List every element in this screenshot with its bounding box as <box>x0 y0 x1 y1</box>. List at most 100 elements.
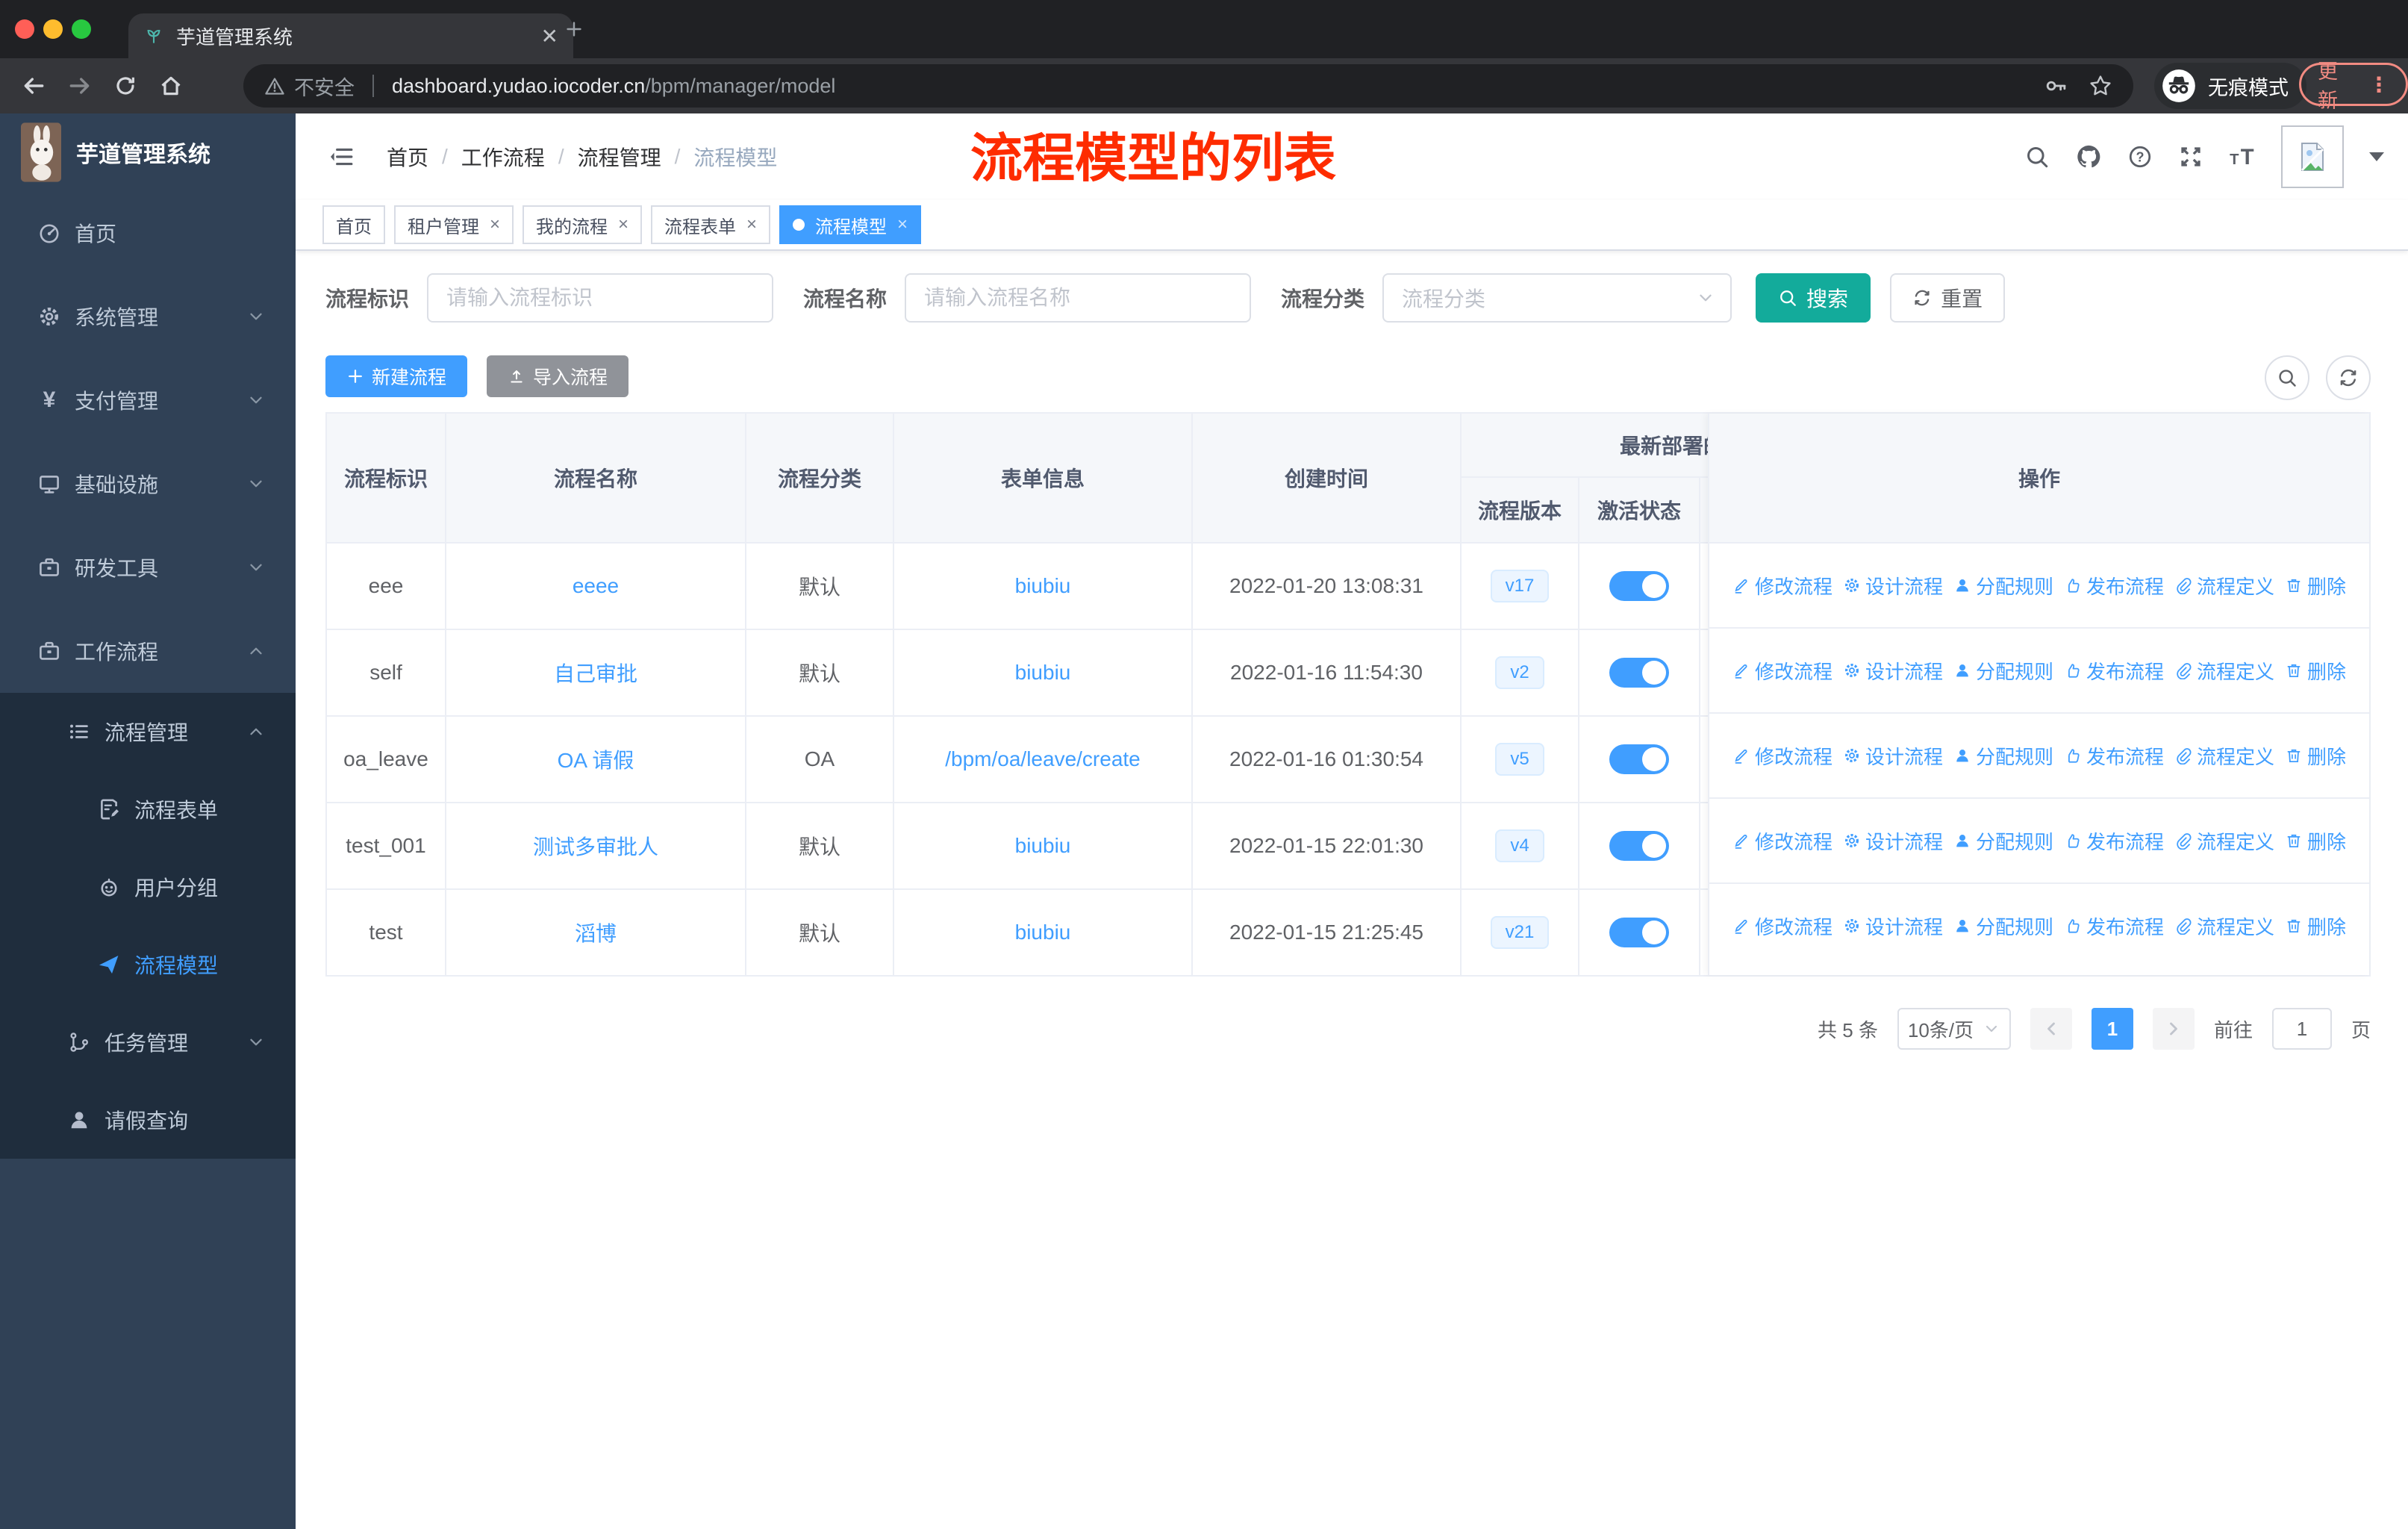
search-icon[interactable] <box>2024 144 2050 169</box>
close-icon[interactable]: × <box>490 214 500 235</box>
action-流程定义[interactable]: 流程定义 <box>2174 572 2274 600</box>
search-button[interactable]: 搜索 <box>1756 273 1871 323</box>
reload-button[interactable] <box>113 74 137 98</box>
sidebar-item-流程表单[interactable]: 流程表单 <box>0 770 296 848</box>
active-toggle[interactable] <box>1609 918 1669 947</box>
sidebar-item-基础设施[interactable]: 基础设施 <box>0 442 296 526</box>
window-close-button[interactable] <box>15 19 34 39</box>
home-button[interactable] <box>158 73 184 99</box>
password-key-icon[interactable] <box>2045 75 2068 97</box>
sidebar-item-首页[interactable]: 首页 <box>0 191 296 275</box>
action-分配规则[interactable]: 分配规则 <box>1953 827 2053 855</box>
browser-menu-icon[interactable]: ⋮ <box>2368 72 2389 97</box>
sidebar-item-工作流程[interactable]: 工作流程 <box>0 609 296 693</box>
reset-button[interactable]: 重置 <box>1890 273 2006 323</box>
action-发布流程[interactable]: 发布流程 <box>2064 657 2164 685</box>
process-name-input[interactable] <box>905 273 1252 323</box>
tab-我的流程[interactable]: 我的流程 × <box>523 205 643 244</box>
form-info-link[interactable]: biubiu <box>1015 921 1071 944</box>
action-删除[interactable]: 删除 <box>2285 827 2346 855</box>
sidebar-item-用户分组[interactable]: 用户分组 <box>0 848 296 926</box>
breadcrumb-workflow[interactable]: 工作流程 <box>461 142 545 172</box>
window-zoom-button[interactable] <box>72 19 91 39</box>
action-流程定义[interactable]: 流程定义 <box>2174 912 2274 940</box>
process-name-link[interactable]: OA 请假 <box>558 744 634 774</box>
import-process-button[interactable]: 导入流程 <box>487 355 629 397</box>
sidebar-item-任务管理[interactable]: 任务管理 <box>0 1003 296 1081</box>
refresh-table-button[interactable] <box>2326 355 2371 400</box>
app-logo[interactable]: 芋道管理系统 <box>0 113 296 191</box>
close-icon[interactable]: × <box>746 214 757 235</box>
not-secure-label[interactable]: 不安全 <box>294 72 355 101</box>
sidebar-item-请假查询[interactable]: 请假查询 <box>0 1081 296 1159</box>
breadcrumb-home[interactable]: 首页 <box>387 142 428 172</box>
create-process-button[interactable]: 新建流程 <box>325 355 468 397</box>
form-info-link[interactable]: biubiu <box>1015 574 1071 598</box>
action-修改流程[interactable]: 修改流程 <box>1732 572 1832 600</box>
prev-page-button[interactable] <box>2030 1008 2072 1050</box>
process-name-link[interactable]: 滔博 <box>575 918 617 947</box>
hide-search-button[interactable] <box>2265 355 2309 400</box>
process-name-link[interactable]: 测试多审批人 <box>533 831 658 861</box>
action-删除[interactable]: 删除 <box>2285 572 2346 600</box>
tab-租户管理[interactable]: 租户管理 × <box>394 205 514 244</box>
goto-page-input[interactable] <box>2271 1008 2332 1050</box>
action-修改流程[interactable]: 修改流程 <box>1732 742 1832 770</box>
action-分配规则[interactable]: 分配规则 <box>1953 742 2053 770</box>
action-修改流程[interactable]: 修改流程 <box>1732 657 1832 685</box>
action-删除[interactable]: 删除 <box>2285 657 2346 685</box>
tab-首页[interactable]: 首页 <box>322 205 385 244</box>
action-流程定义[interactable]: 流程定义 <box>2174 657 2274 685</box>
close-icon[interactable]: × <box>618 214 628 235</box>
page-size-select[interactable]: 10条/页 <box>1897 1008 2011 1050</box>
new-tab-button[interactable] <box>564 19 584 39</box>
sidebar-item-流程管理[interactable]: 流程管理 <box>0 693 296 770</box>
action-修改流程[interactable]: 修改流程 <box>1732 827 1832 855</box>
action-设计流程[interactable]: 设计流程 <box>1843 827 1943 855</box>
action-流程定义[interactable]: 流程定义 <box>2174 742 2274 770</box>
tab-流程表单[interactable]: 流程表单 × <box>651 205 771 244</box>
tab-close-icon[interactable]: ✕ <box>541 24 558 49</box>
active-toggle[interactable] <box>1609 658 1669 688</box>
action-设计流程[interactable]: 设计流程 <box>1843 572 1943 600</box>
action-删除[interactable]: 删除 <box>2285 742 2346 770</box>
sidebar-item-支付管理[interactable]: ¥ 支付管理 <box>0 358 296 442</box>
avatar-caret-icon[interactable] <box>2369 152 2384 161</box>
form-info-link[interactable]: biubiu <box>1015 834 1071 858</box>
action-发布流程[interactable]: 发布流程 <box>2064 912 2164 940</box>
browser-tab[interactable]: 芋道管理系统 ✕ <box>128 13 573 58</box>
close-icon[interactable]: × <box>897 214 908 235</box>
form-info-link[interactable]: /bpm/oa/leave/create <box>945 747 1141 771</box>
tab-流程模型[interactable]: 流程模型 × <box>779 205 922 244</box>
active-toggle[interactable] <box>1609 744 1669 774</box>
process-name-link[interactable]: eeee <box>573 574 619 598</box>
user-avatar[interactable] <box>2281 125 2344 188</box>
process-id-input[interactable] <box>427 273 774 323</box>
bookmark-star-icon[interactable] <box>2089 74 2112 98</box>
sidebar-item-流程模型[interactable]: 流程模型 <box>0 926 296 1003</box>
active-toggle[interactable] <box>1609 831 1669 861</box>
action-发布流程[interactable]: 发布流程 <box>2064 572 2164 600</box>
process-category-select[interactable]: 流程分类 <box>1382 273 1732 323</box>
sidebar-collapse-icon[interactable] <box>328 144 354 169</box>
form-info-link[interactable]: biubiu <box>1015 661 1071 685</box>
sidebar-item-系统管理[interactable]: 系统管理 <box>0 275 296 358</box>
action-分配规则[interactable]: 分配规则 <box>1953 657 2053 685</box>
forward-button[interactable] <box>67 73 93 99</box>
action-修改流程[interactable]: 修改流程 <box>1732 912 1832 940</box>
help-icon[interactable] <box>2127 144 2153 169</box>
process-name-link[interactable]: 自己审批 <box>554 658 637 688</box>
action-流程定义[interactable]: 流程定义 <box>2174 827 2274 855</box>
action-分配规则[interactable]: 分配规则 <box>1953 912 2053 940</box>
action-设计流程[interactable]: 设计流程 <box>1843 657 1943 685</box>
breadcrumb-process-manage[interactable]: 流程管理 <box>578 142 661 172</box>
address-bar[interactable]: 不安全 dashboard.yudao.iocoder.cn/bpm/manag… <box>243 64 2133 108</box>
next-page-button[interactable] <box>2152 1008 2195 1050</box>
action-删除[interactable]: 删除 <box>2285 912 2346 940</box>
page-number-1[interactable]: 1 <box>2091 1008 2133 1050</box>
github-icon[interactable] <box>2075 143 2102 170</box>
action-发布流程[interactable]: 发布流程 <box>2064 742 2164 770</box>
browser-update-button[interactable]: 更新 ⋮ <box>2299 60 2408 112</box>
action-设计流程[interactable]: 设计流程 <box>1843 912 1943 940</box>
sidebar-item-研发工具[interactable]: 研发工具 <box>0 526 296 609</box>
